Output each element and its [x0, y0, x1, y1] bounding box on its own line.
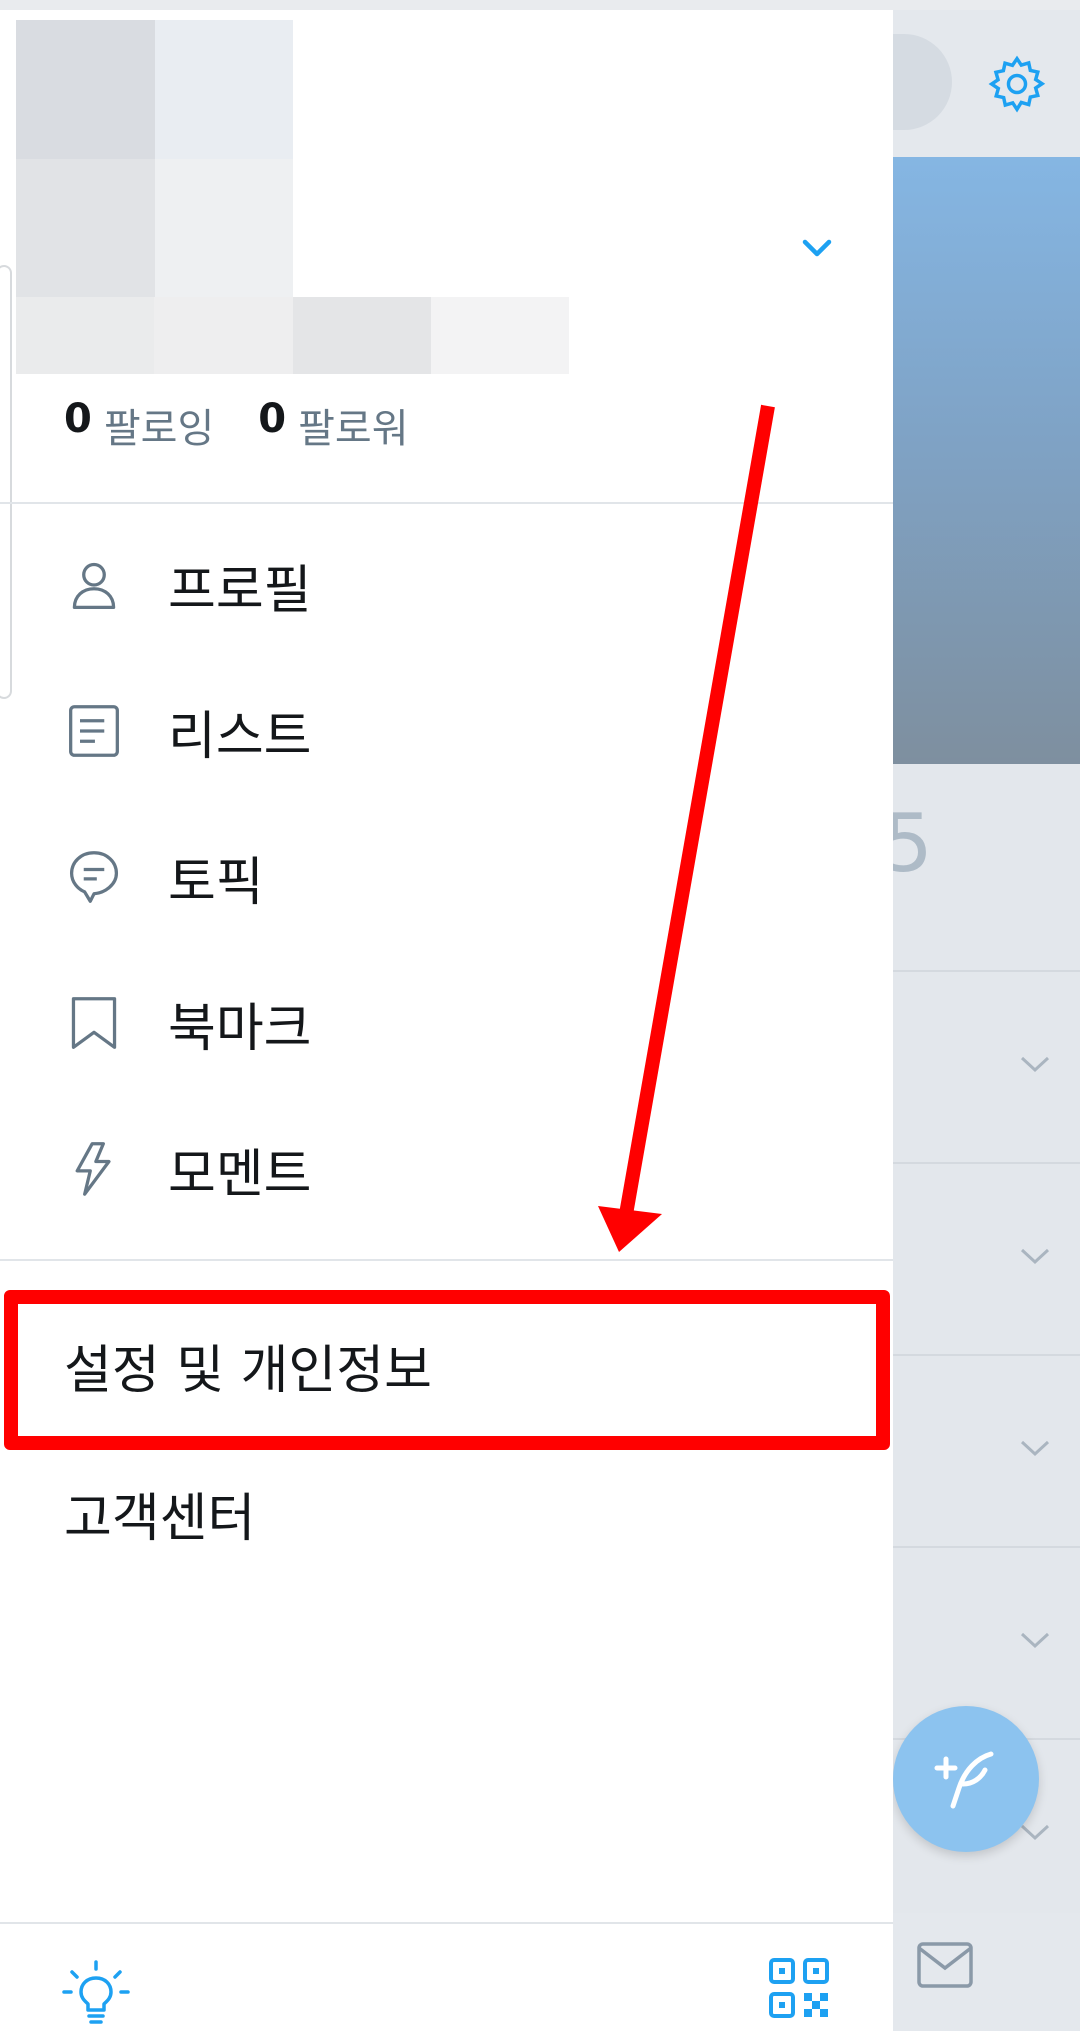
chevron-down-icon[interactable] [1018, 1628, 1052, 1652]
following-link[interactable]: 0 팔로잉 [64, 396, 214, 454]
menu-item-moments[interactable]: 모멘트 [0, 1096, 893, 1242]
menu-item-label: 리스트 [168, 706, 312, 767]
chevron-down-icon[interactable] [1018, 1052, 1052, 1076]
topic-icon [64, 847, 124, 907]
follow-stats: 0 팔로잉 0 팔로워 [64, 396, 409, 454]
divider [0, 502, 893, 504]
menu-item-topics[interactable]: 토픽 [0, 804, 893, 950]
chevron-down-icon [802, 239, 832, 257]
menu-item-label: 북마크 [168, 998, 312, 1059]
navigation-drawer: 0 팔로잉 0 팔로워 프로필 리스트 토픽 북마크 모멘트 설정 및 개인정보… [0, 10, 893, 2043]
menu-item-settings-privacy[interactable]: 설정 및 개인정보 [64, 1328, 432, 1403]
menu-item-label: 프로필 [168, 560, 312, 621]
status-bar [0, 0, 1080, 10]
compose-tweet-icon [934, 1751, 994, 1809]
menu-item-label: 모멘트 [168, 1144, 312, 1205]
chevron-down-icon[interactable] [1018, 1244, 1052, 1268]
followers-label: 팔로워 [298, 406, 409, 452]
account-switcher-button[interactable] [795, 232, 839, 264]
lightning-icon [64, 1139, 124, 1199]
avatar[interactable] [16, 20, 293, 297]
menu-item-label: 토픽 [168, 852, 264, 913]
menu-item-lists[interactable]: 리스트 [0, 658, 893, 804]
following-label: 팔로잉 [103, 406, 215, 452]
followers-count: 0 [258, 396, 287, 442]
menu-item-help-center[interactable]: 고객센터 [64, 1476, 255, 1551]
person-icon [64, 555, 124, 615]
mail-icon[interactable] [916, 1940, 974, 1990]
divider [0, 1259, 893, 1261]
menu-item-profile[interactable]: 프로필 [0, 512, 893, 658]
compose-tweet-button[interactable] [893, 1706, 1039, 1852]
followers-link[interactable]: 0 팔로워 [258, 396, 408, 454]
lightbulb-button[interactable] [60, 1958, 132, 2030]
following-count: 0 [64, 396, 92, 442]
qr-code-button[interactable] [768, 1957, 830, 2019]
menu-item-bookmarks[interactable]: 북마크 [0, 950, 893, 1096]
list-icon [64, 701, 124, 761]
chevron-down-icon[interactable] [1018, 1436, 1052, 1460]
qr-code-icon [769, 1958, 829, 2018]
lightbulb-icon [62, 1960, 130, 2024]
gear-icon[interactable] [985, 52, 1049, 116]
bookmark-icon [64, 993, 124, 1053]
profile-name-redacted [16, 297, 569, 374]
drawer-bottom-bar [0, 1922, 893, 2043]
